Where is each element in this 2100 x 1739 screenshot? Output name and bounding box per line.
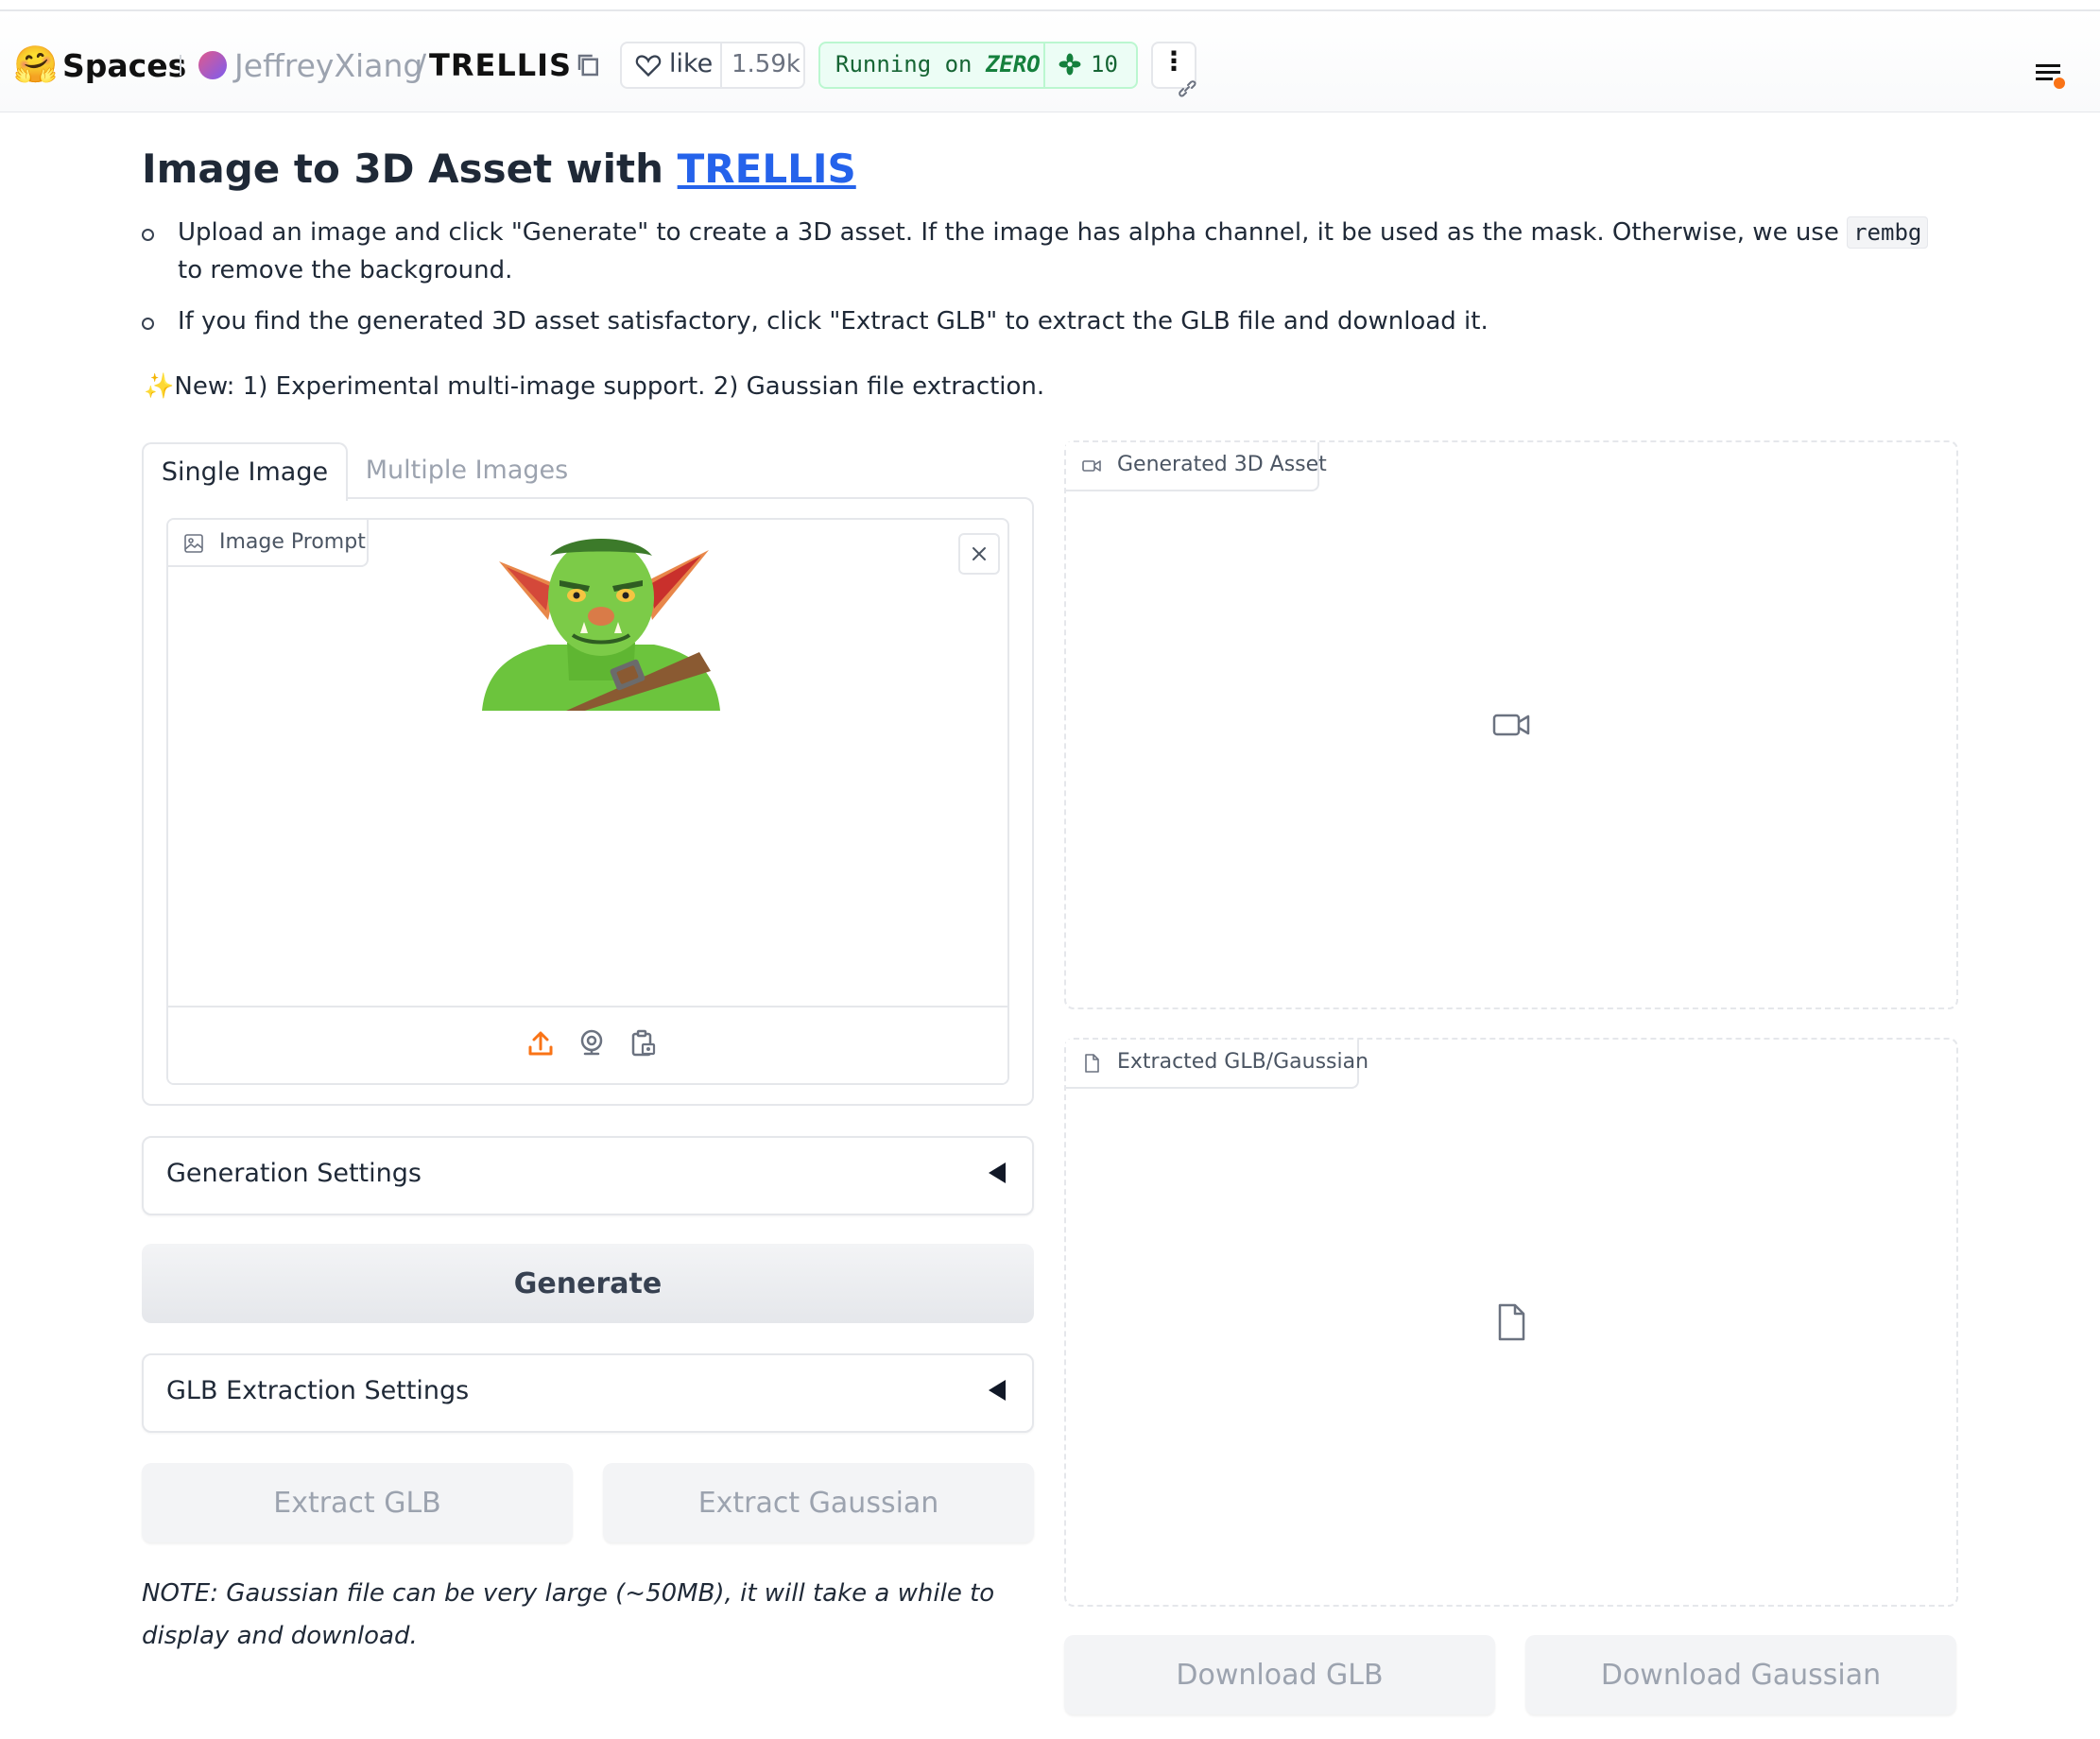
file-icon: [1085, 1054, 1099, 1073]
hardware-label: ZERO: [985, 51, 1041, 77]
instructions-list: Upload an image and click "Generate" to …: [142, 214, 1937, 353]
copy-icon[interactable]: [575, 51, 603, 79]
extracted-glb-gaussian-output[interactable]: Extracted GLB/Gaussian: [1064, 1038, 1958, 1607]
extract-glb-button[interactable]: Extract GLB: [142, 1463, 573, 1542]
upload-icon[interactable]: [525, 1028, 556, 1059]
glb-extraction-settings-label: GLB Extraction Settings: [166, 1376, 470, 1405]
generated-3d-asset-output[interactable]: Generated 3D Asset: [1064, 440, 1958, 1009]
status-text: Running on ZERO: [835, 51, 1041, 77]
webcam-icon[interactable]: [577, 1028, 607, 1059]
image-prompt-label-chip: Image Prompt: [168, 520, 369, 567]
generated-3d-asset-label-chip: Generated 3D Asset: [1066, 442, 1327, 491]
single-image-panel: Image Prompt: [142, 497, 1034, 1106]
owner-link[interactable]: JeffreyXiang: [234, 47, 422, 84]
image-prompt-input[interactable]: Image Prompt: [166, 518, 1009, 1085]
fan-icon: [1059, 53, 1081, 76]
status-prefix: Running on: [835, 51, 986, 77]
video-camera-icon: [1492, 714, 1530, 736]
image-prompt-label: Image Prompt: [219, 530, 366, 554]
title-prefix: Image to 3D Asset with: [142, 146, 678, 192]
replica-count: 10: [1091, 51, 1118, 77]
running-status-badge[interactable]: Running on ZERO 10: [818, 42, 1138, 89]
status-divider: [1043, 43, 1045, 87]
news-line: ✨New: 1) Experimental multi-image suppor…: [144, 372, 1044, 401]
tab-multiple-images-label: Multiple Images: [365, 456, 569, 485]
input-tabs: Single Image Multiple Images: [142, 442, 1034, 501]
file-icon: [1498, 1303, 1525, 1341]
extracted-glb-gaussian-label-chip: Extracted GLB/Gaussian: [1066, 1040, 1368, 1089]
owner-avatar[interactable]: [198, 51, 227, 79]
path-slash: /: [416, 47, 427, 84]
generation-settings-accordion[interactable]: Generation Settings: [142, 1136, 1034, 1215]
tab-single-image[interactable]: Single Image: [142, 442, 348, 501]
close-icon: [973, 547, 986, 560]
goblin-image: [482, 539, 720, 711]
page-title: Image to 3D Asset with TRELLIS: [142, 146, 856, 192]
bullet2-text: If you find the generated 3D asset satis…: [178, 307, 1489, 336]
extracted-glb-gaussian-label: Extracted GLB/Gaussian: [1117, 1050, 1369, 1074]
clear-image-button[interactable]: [958, 533, 1000, 575]
header-separator: [180, 55, 181, 76]
bullet1-text-end: to remove the background.: [178, 256, 513, 284]
browser-top-edge: [0, 0, 2100, 11]
trellis-link[interactable]: TRELLIS: [678, 146, 856, 192]
like-divider: [720, 43, 722, 87]
generated-3d-asset-label: Generated 3D Asset: [1117, 453, 1327, 476]
notification-dot: [2054, 77, 2065, 89]
image-source-bar: [168, 1006, 1007, 1083]
list-item: Upload an image and click "Generate" to …: [142, 214, 1937, 289]
menu-icon[interactable]: [2034, 59, 2066, 91]
glb-extraction-settings-accordion[interactable]: GLB Extraction Settings: [142, 1353, 1034, 1433]
link-icon[interactable]: [1176, 77, 1198, 100]
extract-gaussian-button[interactable]: Extract Gaussian: [603, 1463, 1034, 1542]
spaces-link[interactable]: Spaces: [62, 47, 186, 84]
video-camera-icon: [1082, 460, 1101, 472]
generate-button[interactable]: Generate: [142, 1244, 1034, 1323]
collapse-arrow-icon: [989, 1162, 1006, 1183]
download-glb-button[interactable]: Download GLB: [1064, 1635, 1495, 1714]
space-header: 🤗 Spaces JeffreyXiang / TRELLIS like 1.5…: [0, 11, 2100, 112]
heart-icon: [635, 55, 662, 77]
list-item: If you find the generated 3D asset satis…: [142, 302, 1937, 340]
rembg-code: rembg: [1847, 216, 1929, 249]
like-button[interactable]: like 1.59k: [620, 42, 805, 89]
gaussian-note: NOTE: Gaussian file can be very large (~…: [142, 1579, 995, 1650]
bullet1-text: Upload an image and click "Generate" to …: [178, 218, 1848, 247]
repo-name-link[interactable]: TRELLIS: [429, 47, 572, 83]
huggingface-logo[interactable]: 🤗: [13, 45, 58, 83]
clipboard-icon[interactable]: [628, 1028, 658, 1059]
more-vertical-icon: ⋮: [1161, 45, 1187, 77]
like-label: like: [669, 49, 714, 78]
like-count[interactable]: 1.59k: [732, 50, 800, 78]
download-gaussian-button[interactable]: Download Gaussian: [1525, 1635, 1956, 1714]
generation-settings-label: Generation Settings: [166, 1159, 422, 1188]
tab-single-image-label: Single Image: [161, 457, 329, 487]
collapse-arrow-icon: [989, 1380, 1006, 1401]
image-icon: [184, 534, 203, 553]
news-text: New: 1) Experimental multi-image support…: [174, 372, 1045, 401]
tab-multiple-images[interactable]: Multiple Images: [346, 442, 588, 499]
sparkles-icon: ✨: [144, 372, 175, 401]
